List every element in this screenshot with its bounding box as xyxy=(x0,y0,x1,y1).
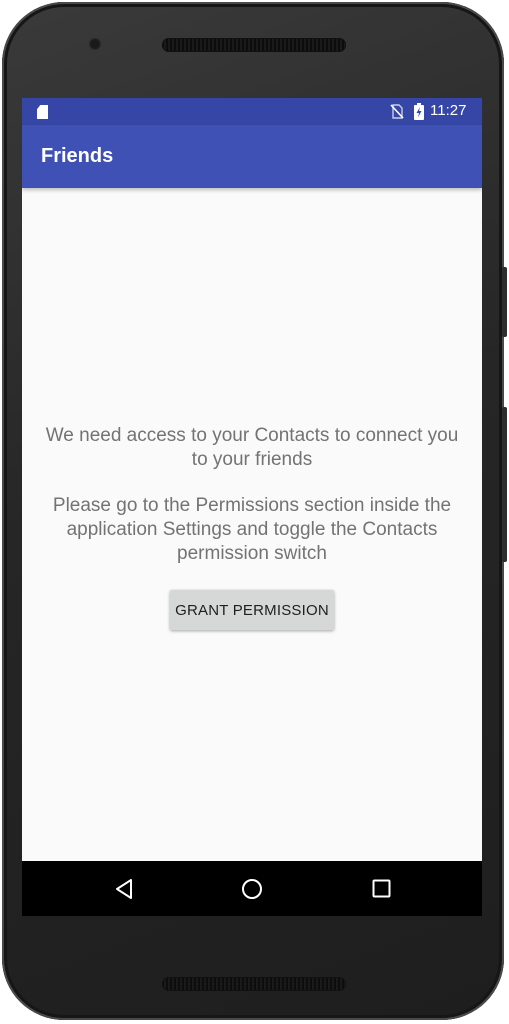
grant-permission-button[interactable]: GRANT PERMISSION xyxy=(170,590,334,630)
power-button[interactable] xyxy=(502,267,507,337)
no-sim-icon xyxy=(390,104,404,119)
toolbar-title: Friends xyxy=(41,145,114,167)
app-toolbar: Friends xyxy=(22,125,482,188)
battery-charging-icon xyxy=(414,103,424,120)
status-bar: 11:27 xyxy=(22,98,482,125)
recents-icon[interactable] xyxy=(372,879,391,898)
screen: 11:27 Friends We need access to your Con… xyxy=(22,98,482,916)
permission-message: We need access to your Contacts to conne… xyxy=(45,425,459,470)
permission-instructions: Please go to the Permissions section ins… xyxy=(52,495,452,564)
bottom-speaker xyxy=(162,977,346,991)
volume-rocker[interactable] xyxy=(502,407,507,562)
home-icon[interactable] xyxy=(241,878,263,900)
navigation-bar xyxy=(22,861,482,916)
sd-card-icon xyxy=(37,105,48,119)
front-camera xyxy=(89,38,101,50)
status-clock: 11:27 xyxy=(430,102,467,119)
earpiece-speaker xyxy=(162,38,346,52)
back-icon[interactable] xyxy=(114,878,134,900)
